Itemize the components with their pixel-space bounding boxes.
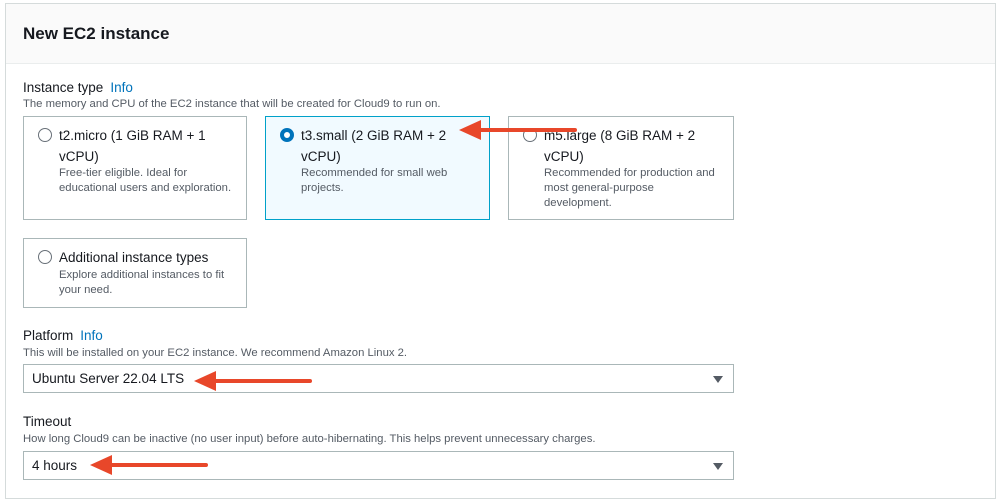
platform-label-text: Platform (23, 328, 74, 343)
instance-option-title: t2.micro (1 GiB RAM + 1 vCPU) (59, 128, 206, 164)
instance-option-title: Additional instance types (59, 250, 209, 265)
instance-type-info-link[interactable]: Info (110, 80, 133, 95)
instance-type-label-text: Instance type (23, 80, 104, 95)
timeout-select-value: 4 hours (32, 458, 78, 473)
timeout-description: How long Cloud9 can be inactive (no user… (23, 433, 596, 445)
instance-option-t2-micro[interactable]: t2.micro (1 GiB RAM + 1 vCPU) Free-tier … (23, 116, 247, 220)
annotation-arrow-icon (459, 120, 577, 140)
instance-type-label: Instance type Info (23, 80, 133, 95)
platform-select[interactable]: Ubuntu Server 22.04 LTS (23, 364, 734, 393)
instance-option-description: Recommended for small web projects. (301, 167, 448, 194)
timeout-label: Timeout (23, 414, 72, 429)
instance-option-description: Recommended for production and most gene… (544, 167, 715, 209)
platform-label: Platform Info (23, 328, 103, 343)
instance-option-description: Explore additional instances to fit your… (59, 269, 225, 296)
instance-option-title: t3.small (2 GiB RAM + 2 vCPU) (301, 128, 447, 164)
instance-type-description: The memory and CPU of the EC2 instance t… (23, 98, 441, 110)
platform-description: This will be installed on your EC2 insta… (23, 347, 408, 359)
annotation-arrow-icon (194, 371, 312, 391)
instance-option-additional-types[interactable]: Additional instance types Explore additi… (23, 238, 247, 308)
panel-title: New EC2 instance (23, 24, 170, 43)
caret-down-icon (713, 463, 723, 470)
radio-button[interactable] (38, 250, 52, 264)
radio-button-selected[interactable] (280, 128, 294, 142)
platform-select-value: Ubuntu Server 22.04 LTS (32, 371, 185, 386)
platform-info-link[interactable]: Info (80, 328, 103, 343)
radio-button[interactable] (38, 128, 52, 142)
caret-down-icon (713, 376, 723, 383)
panel-header: New EC2 instance (6, 4, 995, 64)
annotation-arrow-icon (90, 455, 208, 475)
instance-option-description: Free-tier eligible. Ideal for educationa… (59, 167, 232, 194)
